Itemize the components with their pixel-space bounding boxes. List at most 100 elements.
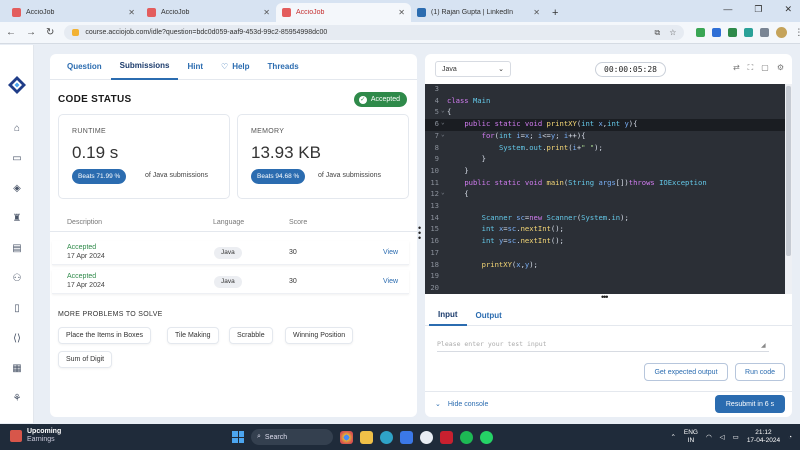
people-icon[interactable]: ⚇	[11, 273, 23, 285]
extension-blue-icon[interactable]	[712, 28, 722, 37]
tab-question[interactable]: Question	[58, 54, 111, 80]
horizontal-resize-handle[interactable]: •••	[601, 292, 609, 302]
photos-icon[interactable]	[400, 430, 413, 444]
extension-teal-icon[interactable]	[744, 28, 754, 37]
widgets-button[interactable]: Upcoming Earnings	[10, 428, 61, 444]
network-icon[interactable]: ⚘	[11, 393, 23, 405]
calendar-icon[interactable]: ▦	[11, 363, 23, 375]
hide-console-toggle[interactable]: ⌄ Hide console	[435, 400, 488, 408]
close-tab-icon[interactable]: ✕	[128, 8, 135, 17]
resize-grip-icon[interactable]: ◢	[761, 342, 766, 349]
problem-chip[interactable]: Scrabble	[229, 327, 273, 344]
fold-icon[interactable]: ⌄	[441, 189, 445, 196]
back-icon[interactable]: ←	[6, 27, 16, 38]
line-number: 5	[434, 107, 439, 117]
browser-tab-2[interactable]: AccioJob ✕	[141, 3, 276, 22]
extensions-puzzle-icon[interactable]	[760, 28, 770, 37]
close-tab-icon[interactable]: ✕	[533, 8, 540, 17]
browser-tab-1[interactable]: AccioJob ✕	[6, 3, 141, 22]
fold-icon[interactable]: ⌄	[441, 119, 445, 126]
mcafee-icon[interactable]	[440, 430, 453, 444]
header-score: Score	[289, 219, 308, 226]
run-code-button[interactable]: Run code	[735, 363, 785, 381]
browser-tab-3[interactable]: AccioJob ✕	[276, 3, 411, 22]
windows-start-icon[interactable]	[232, 431, 244, 443]
maximize-icon[interactable]: ❐	[754, 4, 762, 15]
resubmit-button[interactable]: Resubmit in 6 s	[715, 395, 785, 413]
tab-submissions[interactable]: Submissions	[110, 54, 179, 80]
chevron-down-icon: ⌄	[498, 66, 504, 73]
spotify-icon[interactable]	[460, 430, 473, 444]
layers-icon[interactable]: ◈	[11, 183, 23, 195]
clock[interactable]: 21:12 17-04-2024	[747, 429, 780, 445]
close-tab-icon[interactable]: ✕	[263, 8, 270, 17]
input-language[interactable]: ENG IN	[684, 429, 698, 445]
reload-icon[interactable]: ↻	[46, 27, 54, 38]
trophy-icon[interactable]: ♜	[11, 213, 23, 225]
lightbulb-icon: ♡	[221, 62, 229, 71]
fold-icon[interactable]: ⌄	[441, 131, 445, 138]
line-number: 11	[430, 177, 439, 187]
linkedin-favicon-icon	[417, 8, 426, 17]
battery-icon[interactable]: ▭	[733, 433, 739, 441]
tab-threads[interactable]: Threads	[259, 54, 308, 80]
close-tab-icon[interactable]: ✕	[398, 8, 405, 17]
line-number: 20	[430, 282, 439, 292]
tab-output[interactable]: Output	[467, 304, 511, 326]
tab-hint[interactable]: Hint	[178, 54, 212, 80]
browser-tab-4[interactable]: (1) Rajan Gupta | LinkedIn ✕	[411, 3, 546, 22]
extension-green-2-icon[interactable]	[728, 28, 738, 37]
code-line: {	[447, 107, 452, 117]
browser-menu-icon[interactable]: ⋮	[794, 27, 800, 38]
site-info-icon[interactable]	[72, 29, 80, 36]
view-submission-link[interactable]: View	[383, 278, 398, 285]
vertical-resize-handle[interactable]: • • •	[418, 224, 421, 243]
close-window-icon[interactable]: ✕	[784, 4, 792, 15]
acciojob-logo-icon[interactable]	[7, 75, 27, 95]
get-expected-output-button[interactable]: Get expected output	[644, 363, 728, 381]
problem-chip[interactable]: Sum of Digit	[58, 351, 113, 368]
edge-icon[interactable]	[380, 430, 393, 444]
url-field[interactable]: course.acciojob.com/idle?question=bdc0d0…	[64, 25, 685, 40]
tab-help[interactable]: ♡ Help	[212, 54, 259, 80]
code-editor[interactable]: 3 4 class Main 5 ⌄{ 6 ⌄ public static void …	[425, 84, 785, 294]
fullscreen-icon[interactable]: ⛶	[748, 63, 754, 73]
bookmark-star-icon[interactable]: ☆	[669, 28, 676, 38]
editor-scrollbar-thumb[interactable]	[786, 86, 791, 256]
chrome-icon[interactable]	[340, 430, 353, 444]
document-icon[interactable]: ▯	[11, 303, 23, 315]
tray-overflow-icon[interactable]: ⌃	[670, 433, 675, 441]
problem-chip[interactable]: Tile Making	[167, 327, 219, 344]
taskbar-search[interactable]: ⌕ Search	[251, 429, 333, 445]
notifications-icon[interactable]: ◔	[788, 434, 792, 441]
view-submission-link[interactable]: View	[383, 249, 398, 256]
tab-input[interactable]: Input	[429, 304, 467, 326]
whatsapp-icon[interactable]	[480, 430, 493, 444]
volume-icon[interactable]: ◁	[720, 433, 725, 441]
open-in-app-icon[interactable]: ⧉	[655, 28, 661, 38]
profile-avatar[interactable]	[776, 27, 788, 38]
io-tabs: Input Output	[425, 304, 792, 326]
extension-green-icon[interactable]	[696, 28, 706, 37]
copy-icon[interactable]: ▢	[761, 63, 769, 73]
code-icon[interactable]: ⟨⟩	[11, 333, 23, 345]
line-number: 17	[430, 247, 439, 257]
problem-chip[interactable]: Place the Items in Boxes	[58, 327, 152, 344]
fold-icon[interactable]: ⌄	[441, 107, 445, 114]
editor-scrollbar[interactable]	[785, 84, 792, 294]
minimize-icon[interactable]: —	[723, 4, 732, 15]
dell-icon[interactable]	[420, 430, 433, 444]
reset-icon[interactable]: ⇄	[733, 63, 740, 73]
new-tab-button[interactable]: +	[546, 7, 564, 22]
chat-icon[interactable]: ▤	[11, 243, 23, 255]
wifi-icon[interactable]: ◠	[706, 433, 712, 441]
problem-chip[interactable]: Winning Position	[285, 327, 354, 344]
home-icon[interactable]: ⌂	[11, 123, 23, 135]
line-number: 7	[434, 130, 439, 140]
book-icon[interactable]: ▭	[11, 153, 23, 165]
file-explorer-icon[interactable]	[360, 430, 373, 444]
settings-gear-icon[interactable]: ⚙	[777, 63, 784, 73]
forward-icon[interactable]: →	[26, 27, 36, 38]
test-input-field[interactable]: Please enter your test input	[437, 340, 769, 352]
language-select[interactable]: Java ⌄	[435, 61, 511, 77]
